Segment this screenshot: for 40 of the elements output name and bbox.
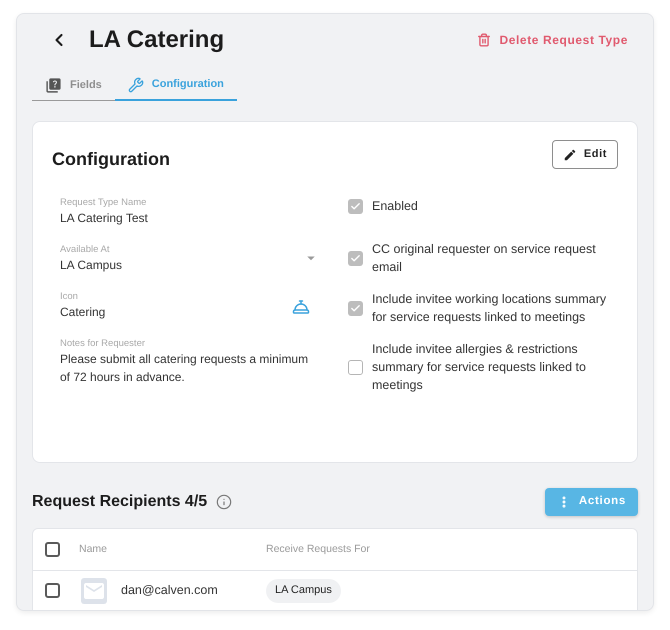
section-title: Request Recipients 4/5 <box>32 492 208 512</box>
section-title: Configuration <box>52 148 170 171</box>
checkbox[interactable] <box>45 583 60 598</box>
field-value: LA Campus <box>60 257 124 274</box>
checkbox[interactable] <box>348 250 363 266</box>
checkbox[interactable] <box>348 198 363 214</box>
field-label: Request Type Name <box>60 197 148 209</box>
page-title: LA Catering <box>89 28 224 52</box>
column-header: Name <box>79 542 108 557</box>
field-label: Icon <box>60 291 79 303</box>
option-label: Include invitee working locations summary for service requests linked to meetings <box>372 291 608 326</box>
tab[interactable]: Configuration <box>114 70 237 101</box>
checkmark-icon <box>350 302 361 314</box>
wrench-icon <box>128 76 144 92</box>
location-chip: LA Campus <box>266 578 341 602</box>
actions-button[interactable]: Actions <box>544 488 638 516</box>
checkmark-icon <box>350 252 361 264</box>
field-value: Catering <box>60 304 106 321</box>
field-label: Notes for Requester <box>60 338 146 350</box>
recipient-email: dan@calven.com <box>121 582 219 600</box>
option-label: CC original requester on service request email <box>372 241 597 276</box>
edit-button[interactable]: Edit <box>552 140 618 169</box>
checkmark-icon <box>350 200 361 212</box>
option-label: Enabled <box>372 198 418 215</box>
service-bell-icon <box>292 298 310 316</box>
checkbox[interactable] <box>45 542 60 557</box>
trash-icon <box>477 33 492 47</box>
question-card-icon <box>45 76 62 94</box>
tab[interactable]: Fields <box>32 70 115 101</box>
option-label: Include invitee allergies & restrictions summary for service requests linked to meetings <box>372 341 587 394</box>
field-label: Available At <box>60 244 110 256</box>
field-value: Please submit all catering requests a minimum of 72 hours in advance. <box>60 351 310 386</box>
field-value: LA Catering Test <box>60 210 149 227</box>
info-icon[interactable] <box>216 494 232 510</box>
column-header: Receive Requests For <box>266 542 370 557</box>
envelope-avatar-icon <box>81 578 107 604</box>
checkbox[interactable] <box>348 360 363 374</box>
delete-request-type-button[interactable]: Delete Request Type <box>477 31 628 49</box>
checkbox[interactable] <box>348 300 363 316</box>
pencil-icon <box>562 148 577 162</box>
